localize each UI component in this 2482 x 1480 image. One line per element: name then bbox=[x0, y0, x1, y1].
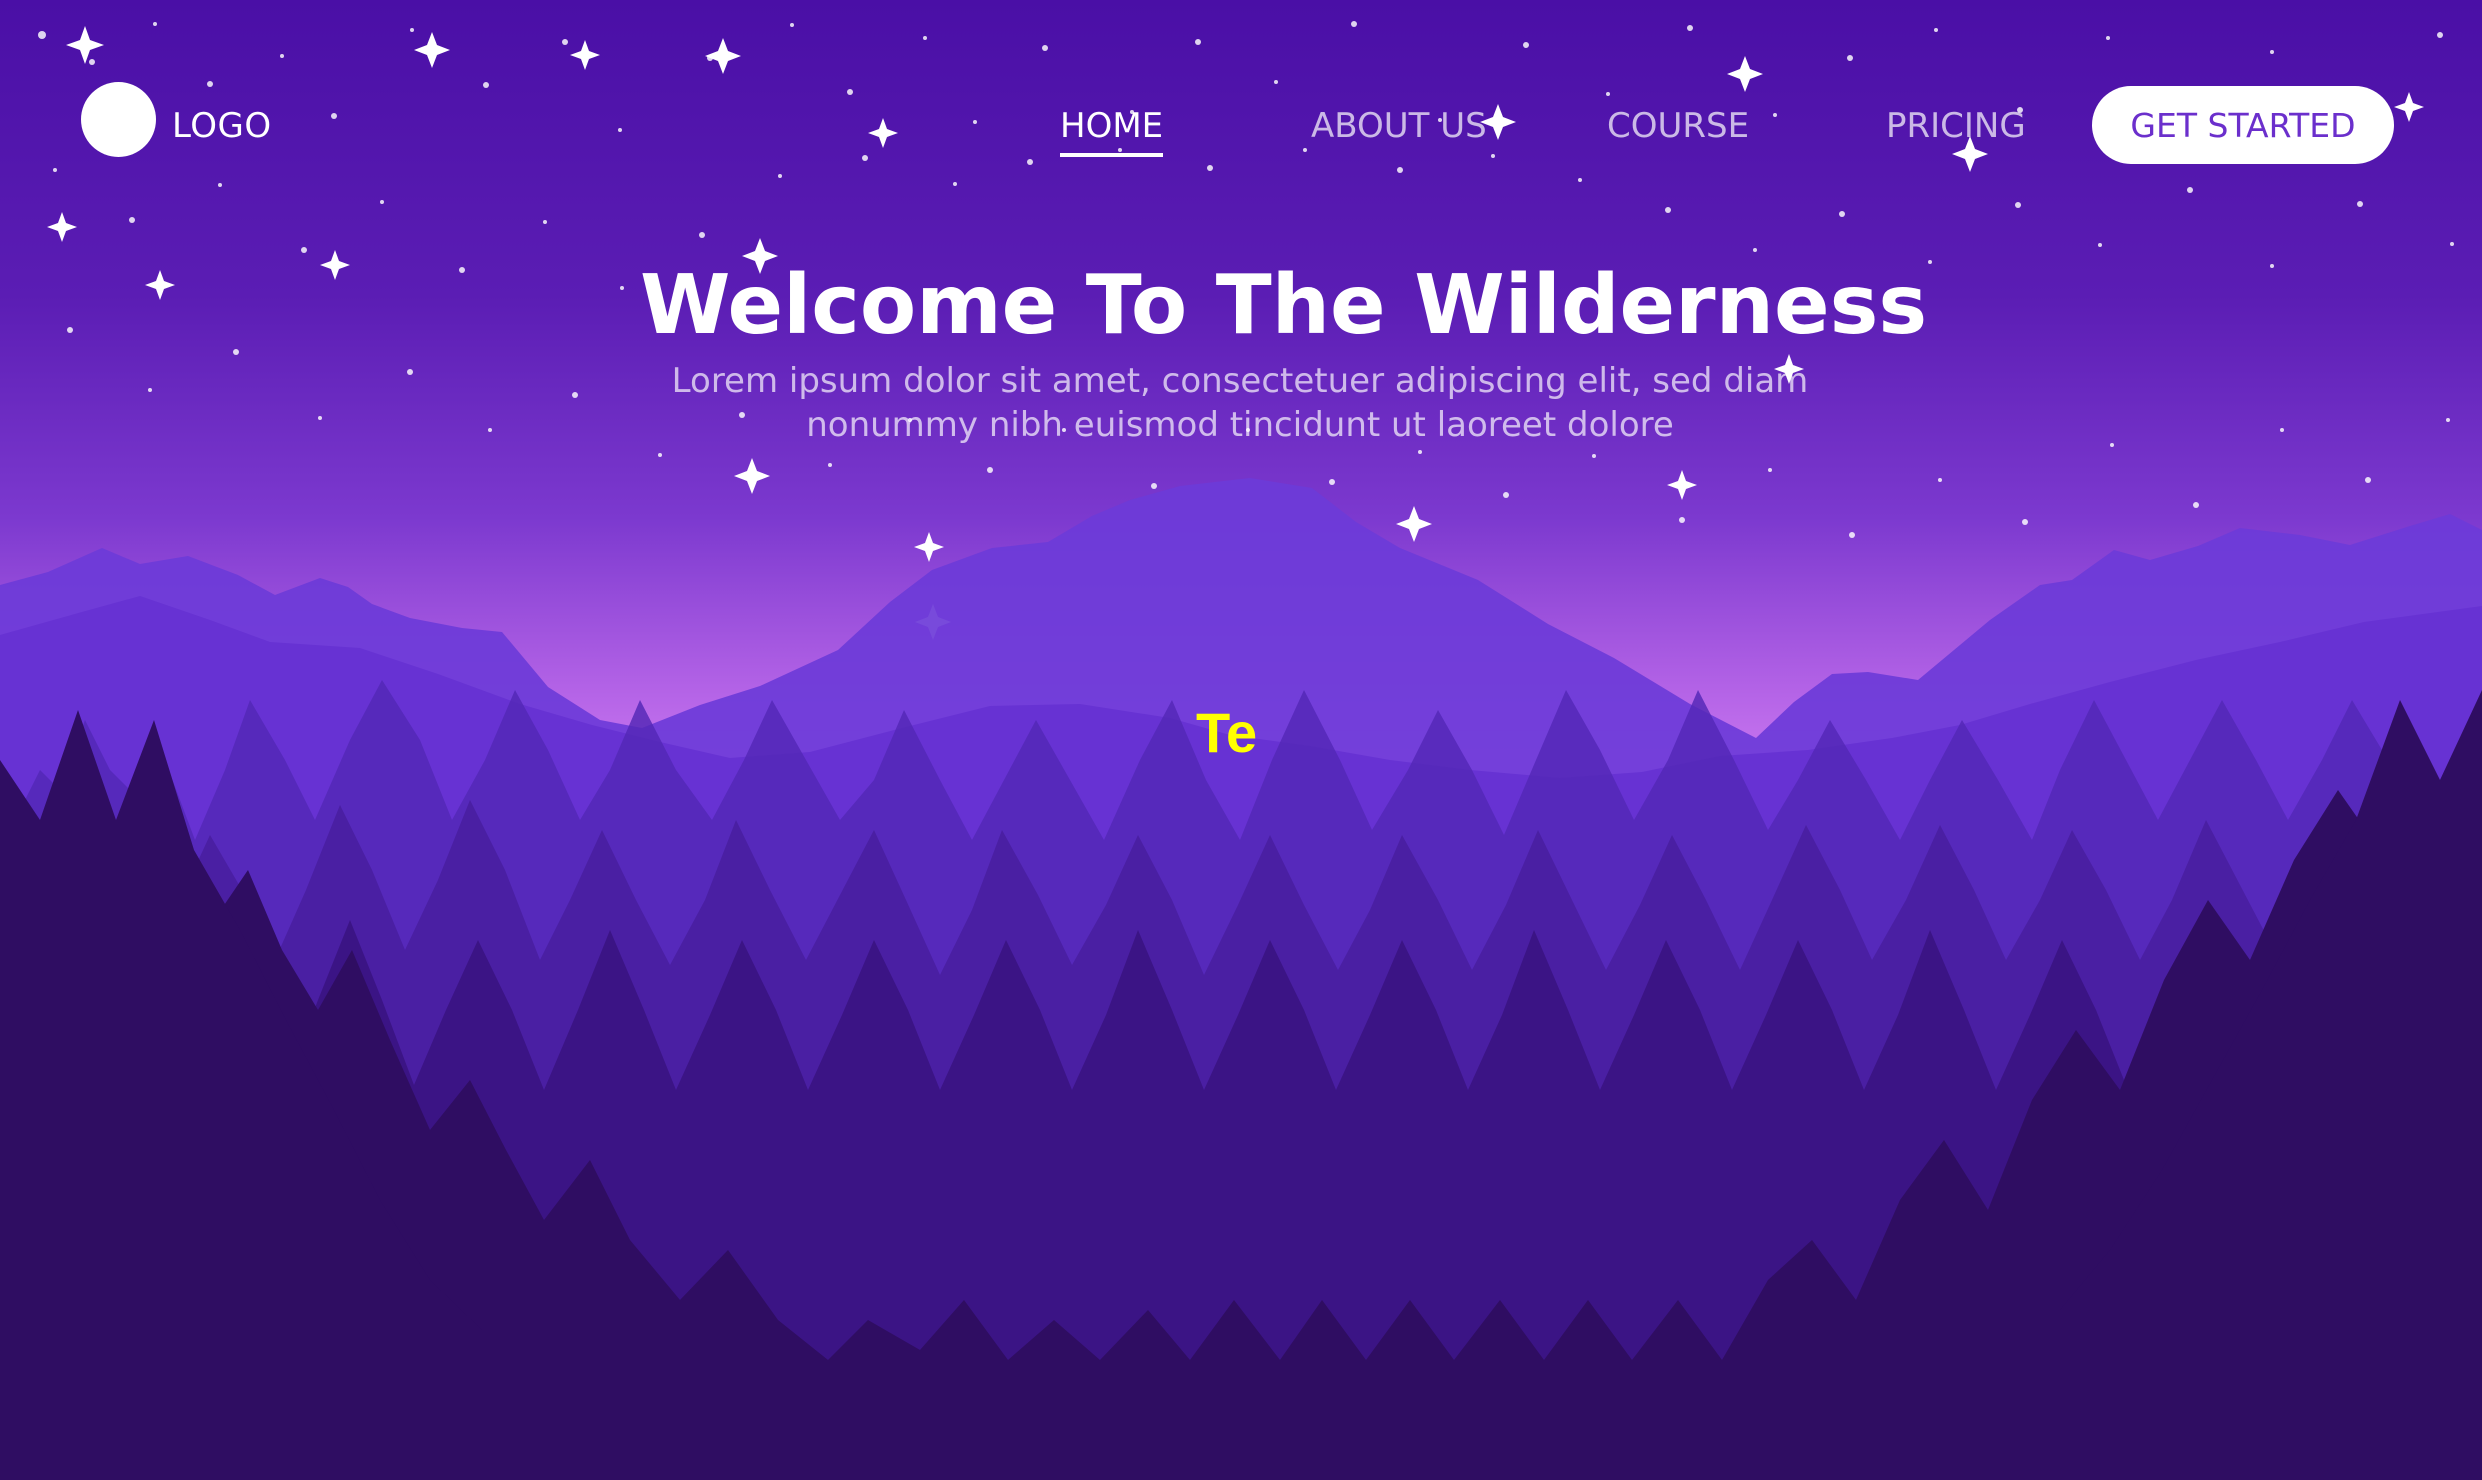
nav-link-about-us[interactable]: ABOUT US bbox=[1311, 106, 1487, 146]
circle-logo-icon[interactable] bbox=[81, 82, 156, 157]
hero-subtitle: Lorem ipsum dolor sit amet, consectetuer… bbox=[671, 361, 1809, 445]
overlay-label: Te bbox=[1196, 701, 1258, 764]
get-started-button[interactable]: GET STARTED bbox=[2092, 86, 2394, 164]
nav-link-home[interactable]: HOME bbox=[1060, 106, 1164, 157]
logo-text[interactable]: LOGO bbox=[172, 106, 272, 146]
top-navigation: LOGO HOME ABOUT US COURSE PRICING GET ST… bbox=[0, 0, 2482, 170]
landing-page: LOGO HOME ABOUT US COURSE PRICING GET ST… bbox=[0, 0, 2482, 1480]
hero-title: Welcome To The Wilderness bbox=[640, 258, 1928, 353]
nav-link-pricing[interactable]: PRICING bbox=[1886, 106, 2026, 146]
nav-link-course[interactable]: COURSE bbox=[1607, 106, 1749, 146]
